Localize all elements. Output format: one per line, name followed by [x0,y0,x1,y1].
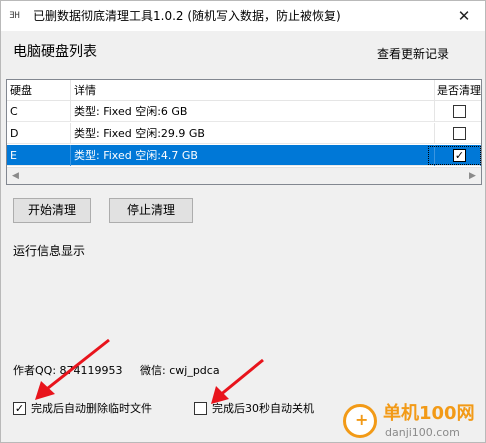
app-icon: ƎH [9,11,20,21]
clear-cell [435,101,481,122]
watermark-url: danji100.com [385,426,460,439]
plus-icon: + [355,410,369,429]
scroll-left-icon[interactable]: ◀ [7,168,24,184]
watermark-badge-icon: + [343,404,377,438]
table-row[interactable]: C 类型: Fixed 空闲:6 GB [7,101,481,122]
stop-clean-button[interactable]: 停止清理 [109,198,193,223]
scroll-right-icon[interactable]: ▶ [464,168,481,184]
window-title: 已删数据彻底清理工具1.0.2 (随机写入数据，防止被恢复) [33,9,341,23]
column-header-disk[interactable]: 硬盘 [7,80,71,101]
watermark-logo: + 单机100网 danji100.com [343,401,486,443]
main-window: ƎH 已删数据彻底清理工具1.0.2 (随机写入数据，防止被恢复) ✕ 电脑硬盘… [0,0,486,443]
title-bar: ƎH 已删数据彻底清理工具1.0.2 (随机写入数据，防止被恢复) ✕ [1,1,485,31]
clear-cell [435,123,481,144]
horizontal-scrollbar[interactable]: ◀ ▶ [7,167,481,184]
red-arrow-annotation [211,358,264,404]
focus-outline [428,146,481,165]
disk-detail: 类型: Fixed 空闲:29.9 GB [71,123,435,144]
disk-table: 硬盘 详情 是否清理 C 类型: Fixed 空闲:6 GB D 类型: Fix… [6,79,482,185]
watermark-title: 单机100网 [383,403,475,424]
table-row[interactable]: D 类型: Fixed 空闲:29.9 GB [7,123,481,144]
clear-checkbox[interactable] [453,105,466,118]
clear-checkbox[interactable] [453,127,466,140]
disk-letter: D [7,123,71,144]
disk-detail: 类型: Fixed 空闲:4.7 GB [71,145,435,166]
start-clean-button[interactable]: 开始清理 [13,198,91,223]
disk-list-title: 电脑硬盘列表 [13,44,97,60]
close-button[interactable]: ✕ [443,1,485,31]
table-row-selected[interactable]: E 类型: Fixed 空闲:4.7 GB ✓ [7,145,481,166]
column-header-clear[interactable]: 是否清理 [435,80,481,101]
red-arrow-annotation [35,338,110,400]
table-header: 硬盘 详情 是否清理 [7,80,481,101]
disk-detail: 类型: Fixed 空闲:6 GB [71,101,435,122]
column-header-detail[interactable]: 详情 [71,80,435,101]
run-info-label: 运行信息显示 [13,244,86,258]
disk-letter: C [7,101,71,122]
disk-letter: E [7,145,71,166]
changelog-link[interactable]: 查看更新记录 [377,46,449,62]
